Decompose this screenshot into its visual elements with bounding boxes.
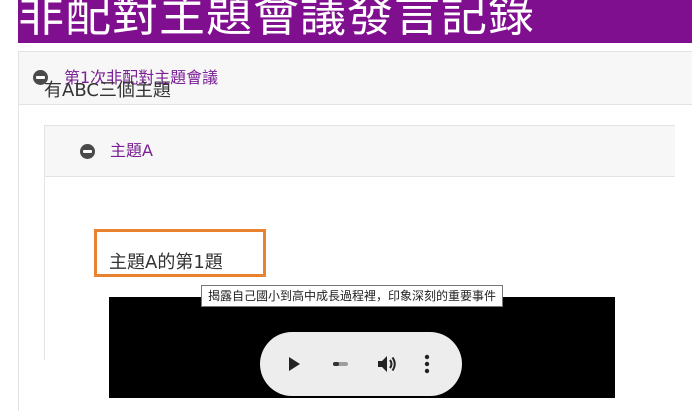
highlight-box [94, 229, 266, 277]
topic-panel-header[interactable]: 主題A [45, 126, 675, 177]
play-icon[interactable] [289, 357, 300, 371]
player-controls [260, 332, 462, 396]
progress-bar[interactable] [333, 362, 348, 366]
tooltip: 揭露自己國小到高中成長過程裡，印象深刻的重要事件 [201, 285, 504, 307]
topic-title[interactable]: 主題A [110, 141, 153, 161]
collapse-icon[interactable] [80, 144, 95, 159]
title-banner: 非配對主題會議發言記錄 [18, 0, 692, 43]
volume-icon[interactable] [376, 354, 400, 374]
meeting-description: 有ABC三個主題 [44, 80, 171, 101]
progress-fill [333, 362, 339, 366]
more-vert-icon[interactable] [424, 354, 430, 374]
page-title: 非配對主題會議發言記錄 [18, 0, 535, 42]
